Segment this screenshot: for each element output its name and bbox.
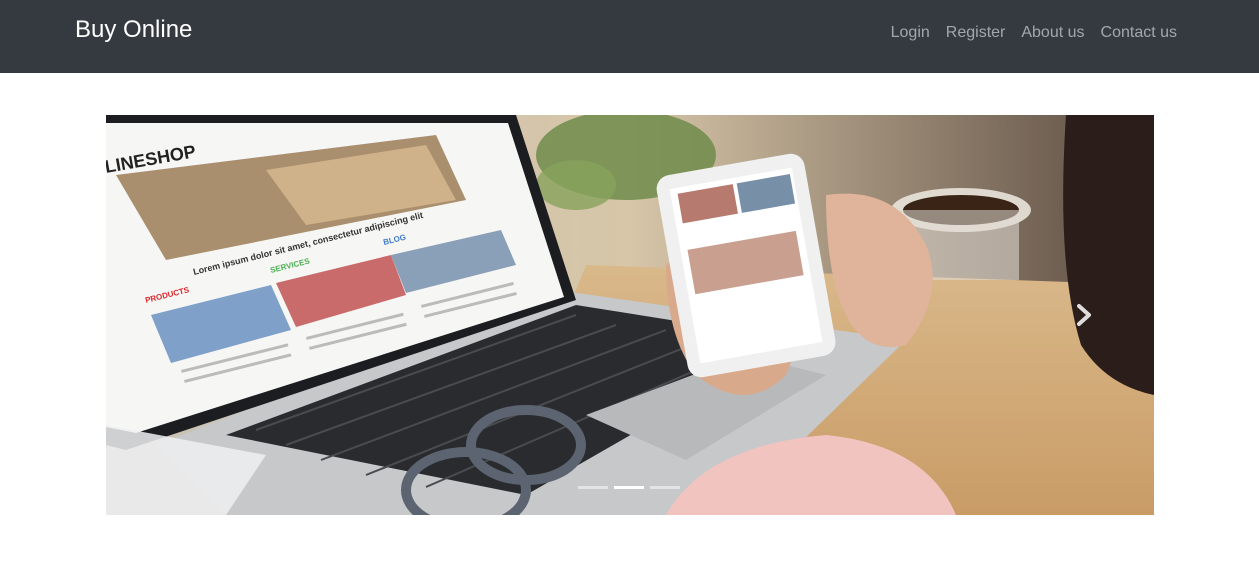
chevron-right-icon <box>1077 304 1091 326</box>
navbar: Buy Online Login Register About us Conta… <box>0 0 1259 73</box>
nav-register-link[interactable]: Register <box>946 23 1006 43</box>
carousel-indicators <box>578 486 680 489</box>
nav-contact-link[interactable]: Contact us <box>1101 23 1177 43</box>
carousel-slide-image: LINESHOP Lorem ipsum dolor sit amet, con… <box>106 115 1154 515</box>
carousel-indicator-active[interactable] <box>614 486 644 489</box>
carousel-next-button[interactable] <box>1070 301 1098 329</box>
nav-login-link[interactable]: Login <box>891 23 930 43</box>
carousel-indicator[interactable] <box>578 486 608 489</box>
carousel-indicator[interactable] <box>650 486 680 489</box>
nav-links: Login Register About us Contact us <box>891 23 1177 43</box>
hero-carousel[interactable]: LINESHOP Lorem ipsum dolor sit amet, con… <box>106 115 1154 515</box>
brand-logo[interactable]: Buy Online <box>75 15 192 45</box>
nav-about-link[interactable]: About us <box>1021 23 1084 43</box>
